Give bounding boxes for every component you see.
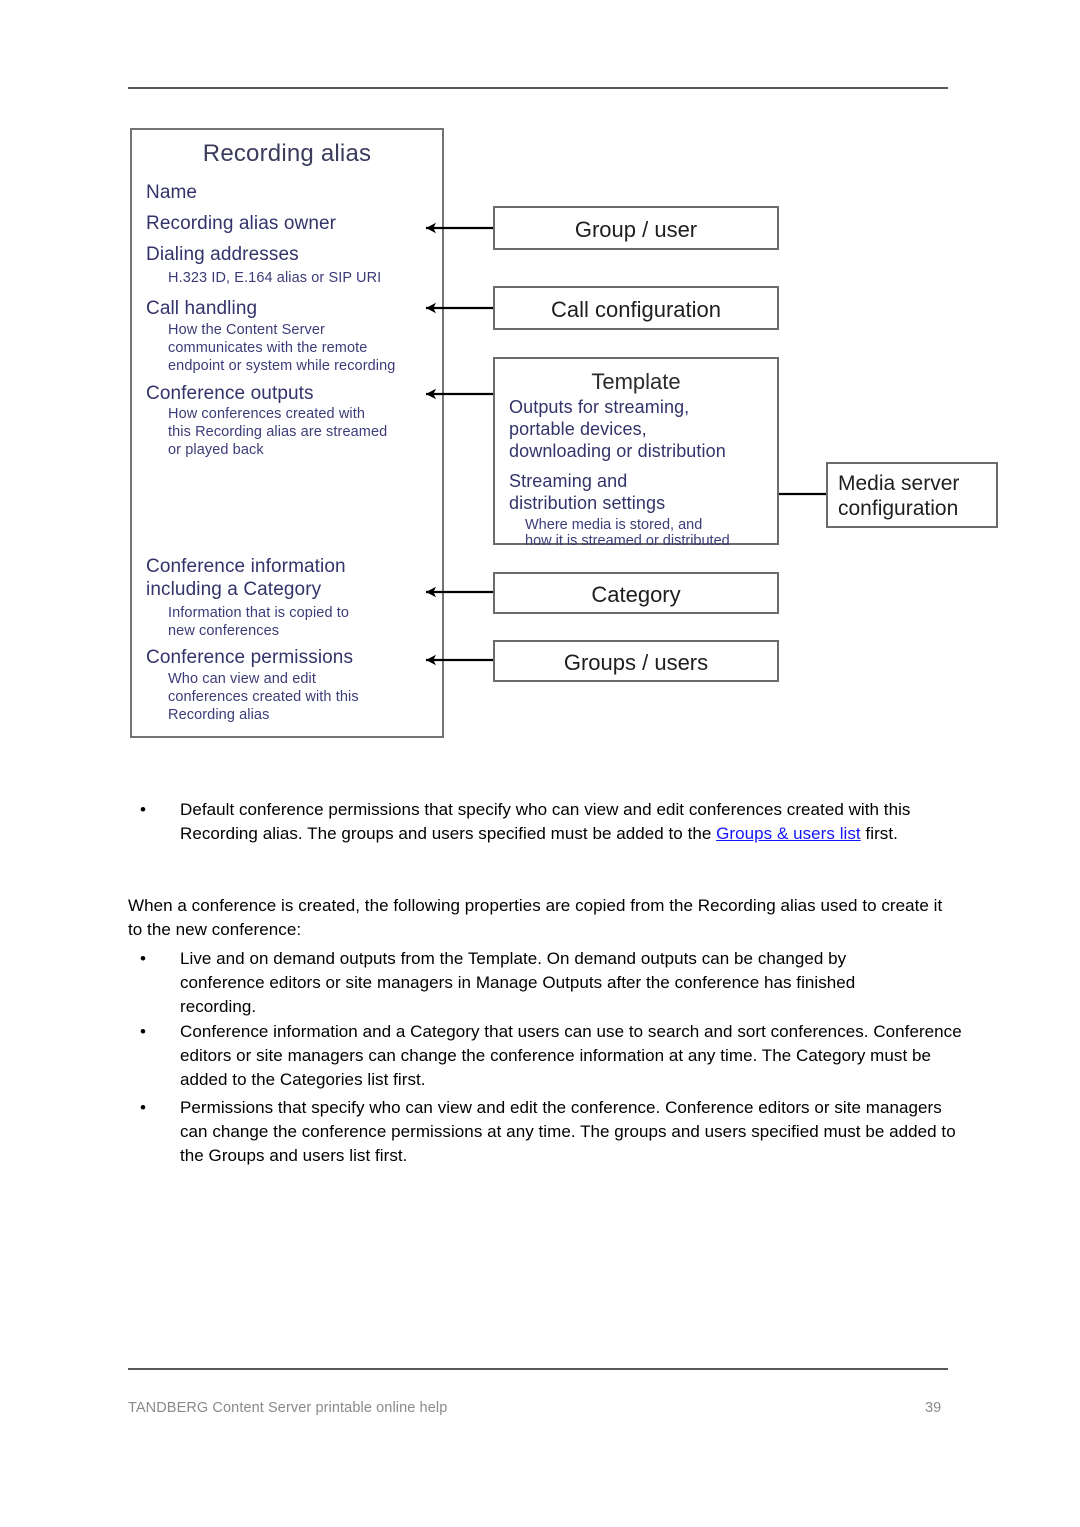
box-call-configuration: Call configuration xyxy=(493,286,779,330)
bullet-text-3: Conference information and a Category th… xyxy=(180,1022,962,1090)
field-conference-information-line-1: Conference information xyxy=(146,556,346,577)
field-conference-permissions-sub-1: Who can view and edit xyxy=(168,671,316,687)
field-conference-outputs-sub-2: this Recording alias are streamed xyxy=(168,424,388,440)
bullet-marker-1: • xyxy=(140,800,146,819)
template-outputs-line-1: Outputs for streaming, xyxy=(509,397,690,417)
recording-alias-diagram: Recording alias Name Recording alias own… xyxy=(0,0,1080,780)
field-call-handling-sub-1: How the Content Server xyxy=(168,322,325,338)
field-dialing-addresses: Dialing addresses xyxy=(146,244,299,265)
footer-rule xyxy=(128,1368,948,1370)
box-media-server-line-1: Media server xyxy=(838,472,960,495)
box-groups-users: Groups / users xyxy=(493,640,779,682)
footer-page-number: 39 xyxy=(925,1400,942,1416)
footer-document-title: TANDBERG Content Server printable online… xyxy=(128,1400,448,1416)
field-dialing-addresses-sub-1: H.323 ID, E.164 alias or SIP URI xyxy=(168,270,382,286)
bullet-marker-4: • xyxy=(140,1098,146,1117)
box-category-label: Category xyxy=(591,582,681,607)
box-media-server-configuration: Media server configuration xyxy=(826,462,998,528)
field-name: Name xyxy=(146,182,198,203)
field-call-handling-sub-2: communicates with the remote xyxy=(168,340,368,356)
template-settings-line-1: Streaming and xyxy=(509,471,628,491)
box-template-title: Template xyxy=(591,369,681,394)
box-media-server-line-2: configuration xyxy=(838,497,959,520)
box-groups-users-label: Groups / users xyxy=(563,650,709,675)
box-group-user: Group / user xyxy=(493,206,779,250)
bullet-text-1: Default conference permissions that spec… xyxy=(180,798,942,846)
field-call-handling: Call handling xyxy=(146,298,258,319)
bullet-text-2: Live and on demand outputs from the Temp… xyxy=(180,949,856,1017)
recording-alias-title: Recording alias xyxy=(202,140,372,167)
field-conference-information-line-2: including a Category xyxy=(146,579,322,600)
template-outputs-line-2: portable devices, xyxy=(509,419,647,439)
template-settings-sub-2: how it is streamed or distributed xyxy=(525,533,730,549)
field-call-handling-sub-3: endpoint or system while recording xyxy=(168,358,396,374)
template-outputs-line-3: downloading or distribution xyxy=(509,441,726,461)
bullet-marker-2: • xyxy=(140,949,146,968)
field-conference-information-sub-2: new conferences xyxy=(168,623,280,639)
bullet-marker-3: • xyxy=(140,1022,146,1041)
field-conference-information-sub-1: Information that is copied to xyxy=(168,605,350,621)
groups-users-list-link[interactable]: Groups & users list xyxy=(716,824,861,843)
field-conference-permissions: Conference permissions xyxy=(146,647,354,668)
field-conference-permissions-sub-2: conferences created with this xyxy=(168,689,359,705)
field-conference-outputs-sub-3: or played back xyxy=(168,442,264,458)
box-template: Template Outputs for streaming, portable… xyxy=(493,357,779,549)
bullet-text-4: Permissions that specify who can view an… xyxy=(180,1098,956,1166)
template-settings-line-2: distribution settings xyxy=(509,493,666,513)
intro-paragraph: When a conference is created, the follow… xyxy=(128,896,943,940)
field-conference-outputs: Conference outputs xyxy=(146,383,314,404)
box-call-configuration-label: Call configuration xyxy=(551,297,721,322)
box-group-user-label: Group / user xyxy=(574,217,698,242)
field-conference-permissions-sub-3: Recording alias xyxy=(168,707,270,723)
field-conference-outputs-sub-1: How conferences created with xyxy=(168,406,366,422)
box-category: Category xyxy=(493,572,779,614)
bullet-text-1-after-link: first. xyxy=(860,824,898,844)
field-recording-alias-owner: Recording alias owner xyxy=(146,213,337,234)
